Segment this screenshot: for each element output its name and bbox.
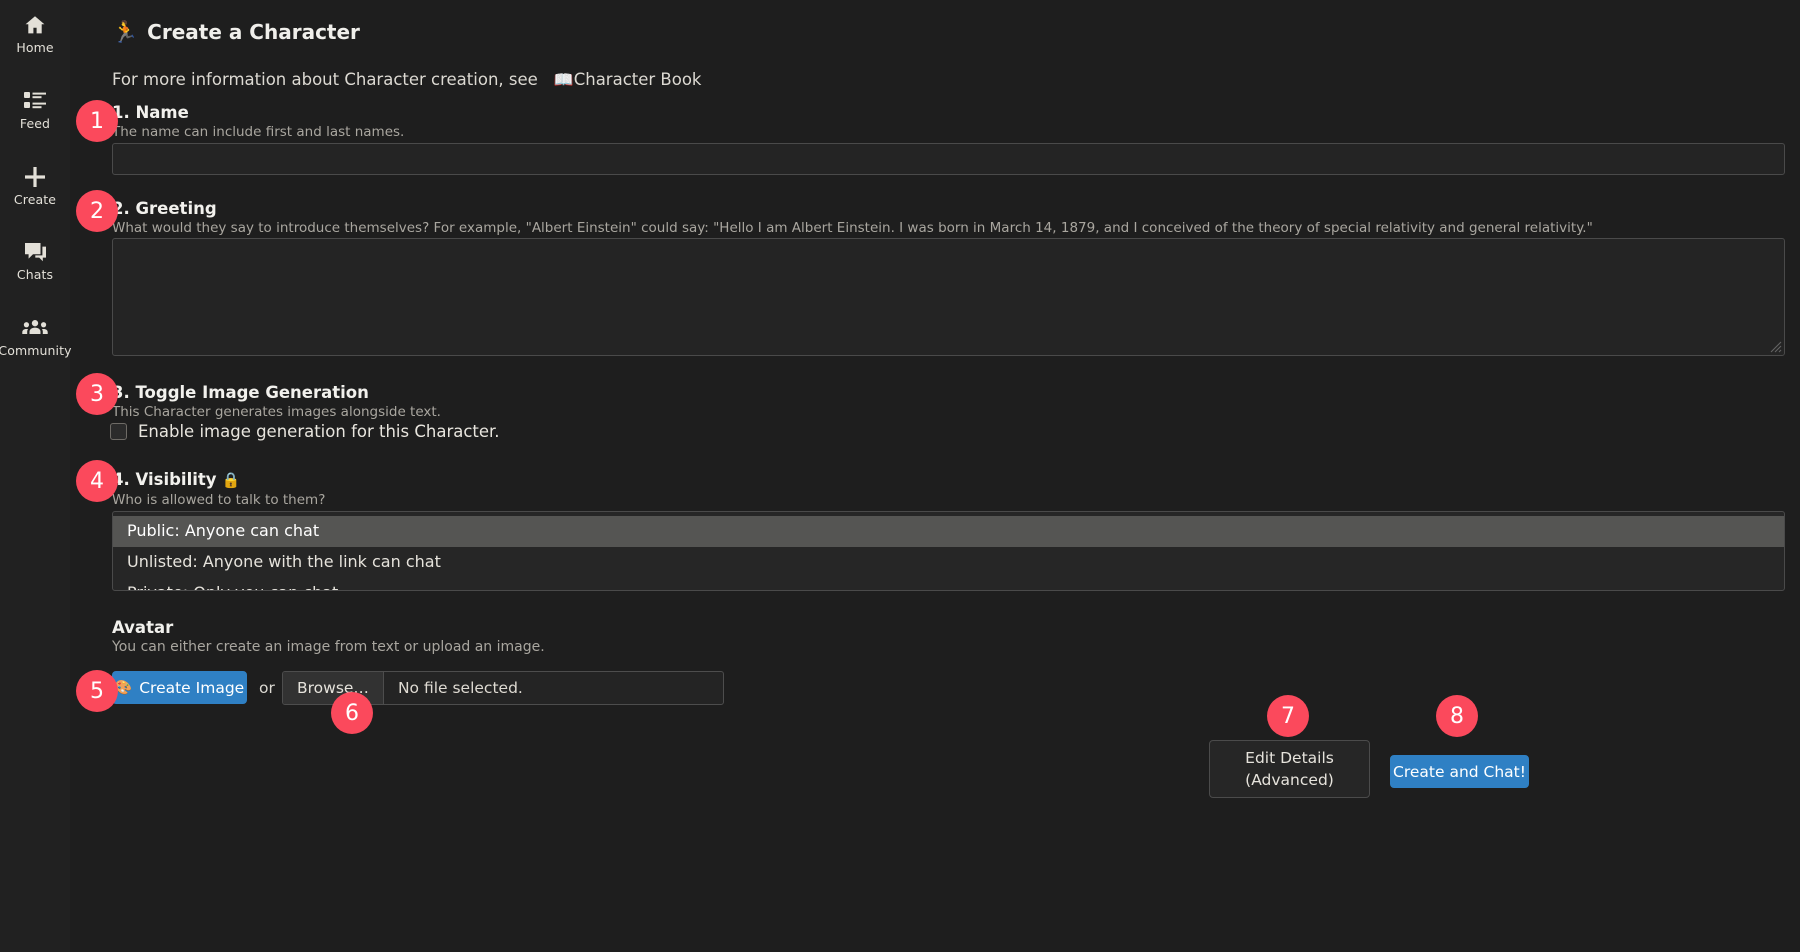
people-icon <box>22 315 48 341</box>
badge-7: 7 <box>1267 695 1309 737</box>
sidebar-item-feed[interactable]: Feed <box>0 88 70 131</box>
greeting-description: What would they say to introduce themsel… <box>112 220 1593 236</box>
feed-icon <box>22 88 48 114</box>
visibility-listbox[interactable]: Public: Anyone can chat Unlisted: Anyone… <box>112 511 1785 591</box>
sidebar-label-community: Community <box>0 344 72 358</box>
greeting-heading: 2. Greeting <box>112 199 217 218</box>
badge-1: 1 <box>76 100 118 142</box>
edit-details-line1: Edit Details <box>1245 747 1334 769</box>
page-title: 🏃 Create a Character <box>112 20 360 44</box>
page-title-text: Create a Character <box>147 20 360 44</box>
create-and-chat-label: Create and Chat! <box>1393 763 1526 781</box>
name-input[interactable] <box>112 143 1785 175</box>
create-character-page: Home Feed Crea <box>0 0 1800 952</box>
sidebar-item-chats[interactable]: Chats <box>0 239 70 282</box>
enable-image-generation-label: Enable image generation for this Charact… <box>138 422 500 441</box>
page-subtitle: For more information about Character cre… <box>112 70 702 89</box>
selected-file-label: No file selected. <box>384 672 537 704</box>
home-icon <box>22 12 48 38</box>
badge-5: 5 <box>76 670 118 712</box>
create-image-button[interactable]: 🎨 Create Image <box>112 671 247 704</box>
visibility-heading-text: 4. Visibility <box>112 470 217 489</box>
plus-icon <box>22 164 48 190</box>
create-and-chat-button[interactable]: Create and Chat! <box>1390 755 1529 788</box>
avatar-description: You can either create an image from text… <box>112 639 545 655</box>
character-running-icon: 🏃 <box>112 22 138 43</box>
left-sidebar: Home Feed Crea <box>0 0 70 952</box>
chat-bubble-icon <box>22 239 48 265</box>
badge-4: 4 <box>76 460 118 502</box>
sidebar-label-feed: Feed <box>20 117 50 131</box>
image-generation-checkbox-row[interactable]: Enable image generation for this Charact… <box>110 422 500 441</box>
badge-6: 6 <box>331 692 373 734</box>
sidebar-item-create[interactable]: Create <box>0 164 70 207</box>
sidebar-item-home[interactable]: Home <box>0 12 70 55</box>
visibility-option-public[interactable]: Public: Anyone can chat <box>113 516 1784 547</box>
main-content: 🏃 Create a Character For more informatio… <box>70 0 1800 952</box>
open-book-icon: 📖 <box>554 70 574 89</box>
sidebar-label-home: Home <box>16 41 53 55</box>
visibility-heading: 4. Visibility 🔒 <box>112 470 240 489</box>
visibility-option-unlisted[interactable]: Unlisted: Anyone with the link can chat <box>113 547 1784 578</box>
name-heading: 1. Name <box>112 103 189 122</box>
character-book-link[interactable]: Character Book <box>574 70 702 89</box>
edit-details-line2: (Advanced) <box>1245 769 1334 791</box>
enable-image-generation-checkbox[interactable] <box>110 423 127 440</box>
blue-lock-icon: 🔒 <box>222 471 241 489</box>
sidebar-item-community[interactable]: Community <box>0 315 70 358</box>
visibility-description: Who is allowed to talk to them? <box>112 492 325 508</box>
visibility-option-private[interactable]: Private: Only you can chat <box>113 578 1784 591</box>
subtitle-text: For more information about Character cre… <box>112 70 538 89</box>
edit-details-button[interactable]: Edit Details (Advanced) <box>1209 740 1370 798</box>
or-label: or <box>259 679 275 697</box>
create-image-label: Create Image <box>139 679 244 697</box>
name-description: The name can include first and last name… <box>112 124 404 140</box>
image-generation-heading: 3. Toggle Image Generation <box>112 383 369 402</box>
avatar-heading: Avatar <box>112 618 173 637</box>
sidebar-label-chats: Chats <box>17 268 53 282</box>
badge-8: 8 <box>1436 695 1478 737</box>
badge-2: 2 <box>76 190 118 232</box>
badge-3: 3 <box>76 373 118 415</box>
greeting-textarea[interactable] <box>112 238 1785 356</box>
image-generation-description: This Character generates images alongsid… <box>112 404 441 420</box>
sidebar-label-create: Create <box>14 193 56 207</box>
browse-button[interactable]: Browse… <box>283 672 384 704</box>
